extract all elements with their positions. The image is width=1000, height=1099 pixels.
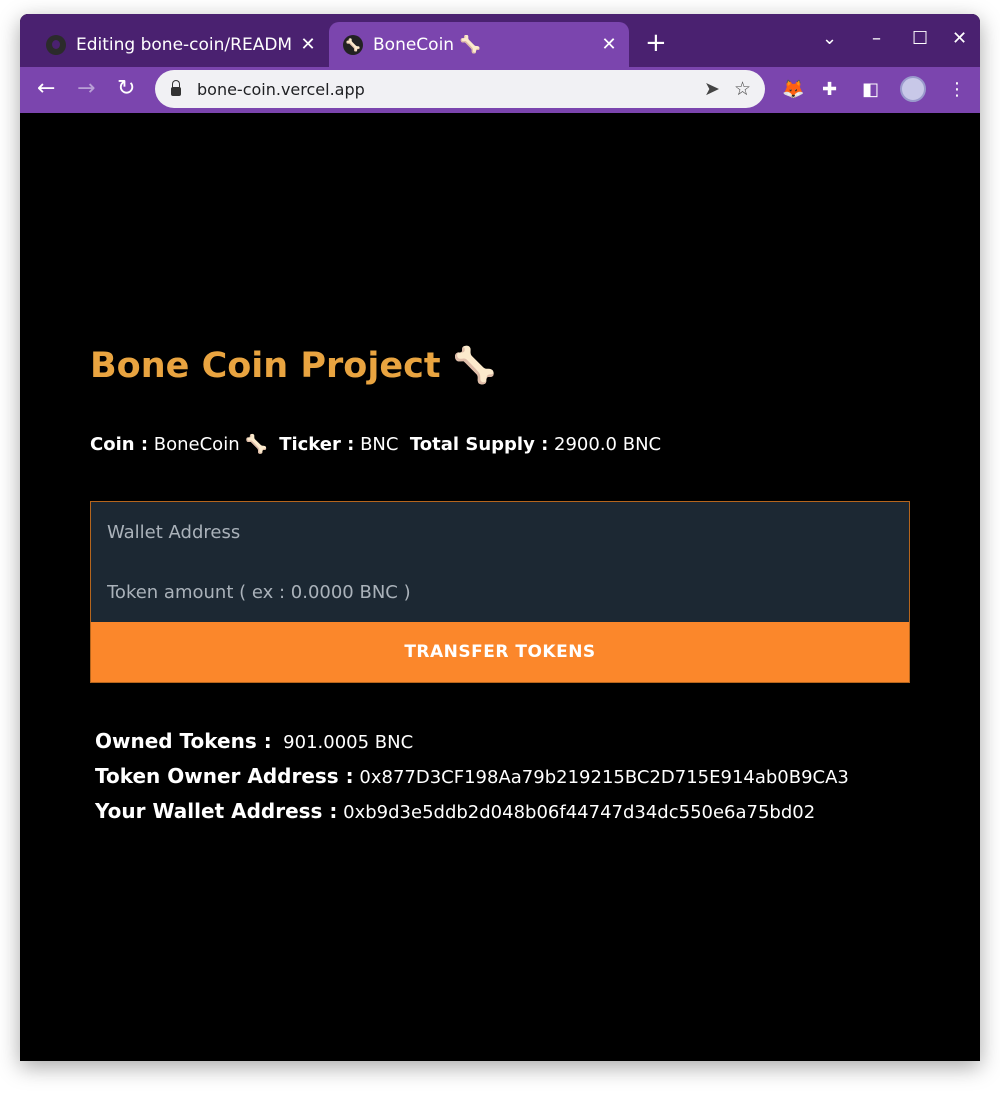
coin-info: Coin : BoneCoin 🦴 Ticker : BNC Total Sup… bbox=[90, 434, 661, 455]
page-title: Bone Coin Project 🦴 bbox=[90, 346, 497, 386]
minimize-icon[interactable]: – bbox=[872, 28, 881, 49]
browser-window: Editing bone-coin/READM ✕ 🦴 BoneCoin 🦴 ✕… bbox=[20, 14, 980, 1061]
wallet-address-value: 0xb9d3e5ddb2d048b06f44747d34dc550e6a75bd… bbox=[343, 802, 816, 823]
menu-icon[interactable]: ⋮ bbox=[948, 79, 966, 100]
owner-address-value: 0x877D3CF198Aa79b219215BC2D715E914ab0B9C… bbox=[359, 767, 849, 788]
avatar[interactable] bbox=[900, 76, 926, 102]
owned-tokens-row: Owned Tokens : 901.0005 BNC bbox=[95, 727, 849, 762]
owned-tokens-label: Owned Tokens : bbox=[95, 729, 272, 753]
forward-icon[interactable]: → bbox=[77, 76, 95, 102]
coin-value: BoneCoin 🦴 bbox=[153, 434, 268, 455]
extensions-icon[interactable]: ✚ bbox=[822, 79, 837, 100]
ticker-label: Ticker : bbox=[279, 434, 355, 455]
tab-bonecoin[interactable]: 🦴 BoneCoin 🦴 ✕ bbox=[329, 22, 629, 67]
browser-toolbar: ← → ↻ bone-coin.vercel.app ➤ ☆ 🦊 ✚ ◧ ⋮ bbox=[20, 67, 980, 113]
token-stats: Owned Tokens : 901.0005 BNC Token Owner … bbox=[95, 727, 849, 832]
tab-title: BoneCoin 🦴 bbox=[373, 34, 481, 55]
coin-label: Coin : bbox=[90, 434, 149, 455]
token-amount-input[interactable] bbox=[91, 562, 909, 622]
star-icon[interactable]: ☆ bbox=[734, 78, 751, 100]
tab-title: Editing bone-coin/READM bbox=[76, 34, 293, 55]
transfer-form: TRANSFER TOKENS bbox=[90, 501, 910, 683]
wallet-address-label: Your Wallet Address : bbox=[95, 799, 338, 823]
owner-address-row: Token Owner Address : 0x877D3CF198Aa79b2… bbox=[95, 762, 849, 797]
chevron-down-icon[interactable]: ⌄ bbox=[822, 28, 837, 49]
owner-address-label: Token Owner Address : bbox=[95, 764, 354, 788]
tab-bar: Editing bone-coin/READM ✕ 🦴 BoneCoin 🦴 ✕… bbox=[20, 14, 980, 67]
send-icon[interactable]: ➤ bbox=[704, 78, 720, 100]
supply-label: Total Supply : bbox=[409, 434, 549, 455]
back-icon[interactable]: ← bbox=[37, 76, 55, 102]
new-tab-icon[interactable]: + bbox=[645, 30, 667, 56]
metamask-icon[interactable]: 🦊 bbox=[782, 79, 804, 100]
supply-value: 2900.0 BNC bbox=[554, 434, 662, 455]
url-text[interactable]: bone-coin.vercel.app bbox=[197, 80, 704, 99]
owned-tokens-value: 901.0005 BNC bbox=[283, 732, 414, 753]
address-bar[interactable]: bone-coin.vercel.app ➤ ☆ bbox=[155, 70, 765, 108]
maximize-icon[interactable]: ☐ bbox=[912, 28, 928, 49]
side-panel-icon[interactable]: ◧ bbox=[862, 79, 879, 100]
reload-icon[interactable]: ↻ bbox=[117, 76, 135, 102]
github-icon bbox=[46, 34, 66, 55]
wallet-address-input[interactable] bbox=[91, 502, 909, 562]
window-close-icon[interactable]: ✕ bbox=[952, 28, 967, 49]
bone-icon: 🦴 bbox=[343, 34, 363, 55]
tab-github-readme[interactable]: Editing bone-coin/READM ✕ bbox=[32, 22, 328, 67]
close-icon[interactable]: ✕ bbox=[298, 34, 318, 55]
page-content: Bone Coin Project 🦴 Coin : BoneCoin 🦴 Ti… bbox=[20, 113, 980, 1061]
transfer-tokens-button[interactable]: TRANSFER TOKENS bbox=[91, 622, 909, 682]
ticker-value: BNC bbox=[360, 434, 399, 455]
close-icon[interactable]: ✕ bbox=[599, 34, 619, 55]
wallet-address-row: Your Wallet Address : 0xb9d3e5ddb2d048b0… bbox=[95, 797, 849, 832]
lock-icon bbox=[171, 79, 181, 96]
